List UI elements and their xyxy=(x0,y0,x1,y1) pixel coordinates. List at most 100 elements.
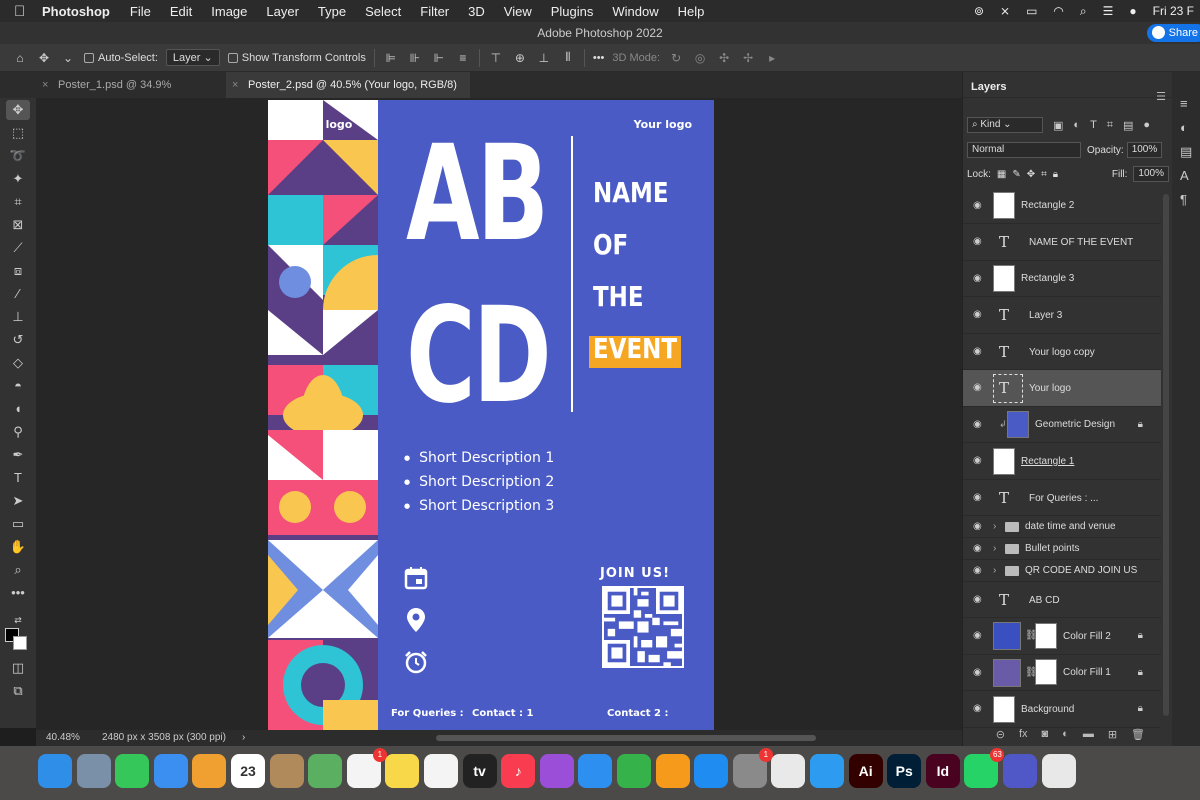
move-tool-icon[interactable]: ✥ xyxy=(6,100,30,120)
whatsapp-icon[interactable]: 63 xyxy=(964,748,1005,788)
distribute-vertical-icon[interactable]: ⦀ xyxy=(560,50,576,65)
lock-pixels-icon[interactable]: ✎ xyxy=(1012,169,1020,180)
podcasts-icon[interactable] xyxy=(539,754,574,788)
zoom-tool-icon[interactable]: ⌕ xyxy=(6,560,30,580)
delete-layer-icon[interactable]: 🗑︎ xyxy=(1131,728,1145,741)
slide-icon[interactable]: ✢ xyxy=(740,51,756,65)
visibility-eye-icon[interactable]: ◉ xyxy=(973,594,982,605)
menu-window[interactable]: Window xyxy=(612,4,658,19)
finder-icon[interactable] xyxy=(38,754,72,788)
eraser-tool-icon[interactable]: ◇ xyxy=(6,353,30,373)
roll-icon[interactable]: ◎ xyxy=(692,51,708,65)
dodge-tool-icon[interactable]: ⚲ xyxy=(6,422,30,442)
lock-all-icon[interactable]: 🔒︎ xyxy=(1053,169,1058,180)
visibility-eye-icon[interactable]: ◉ xyxy=(973,521,982,532)
new-layer-icon[interactable]: ⊞ xyxy=(1108,728,1117,741)
paint-bucket-tool-icon[interactable]: ◓ xyxy=(6,376,30,396)
kind-filter-dropdown[interactable]: ⌕ Kind ⌄ xyxy=(967,117,1043,133)
layer-group-row[interactable]: ◉ › QR CODE AND JOIN US xyxy=(963,560,1161,582)
layer-row[interactable]: ◉ Rectangle 1 xyxy=(963,443,1161,480)
layer-row[interactable]: ◉ T NAME OF THE EVENT xyxy=(963,224,1161,261)
type-tool-icon[interactable]: T xyxy=(6,468,30,488)
menu-type[interactable]: Type xyxy=(318,4,346,19)
chrome-icon[interactable] xyxy=(771,754,806,788)
visibility-eye-icon[interactable]: ◉ xyxy=(973,543,982,554)
libraries-panel-icon[interactable]: ▤ xyxy=(1180,144,1192,160)
visibility-eye-icon[interactable]: ◉ xyxy=(973,703,982,714)
menu-layer[interactable]: Layer xyxy=(266,4,299,19)
safari-icon[interactable] xyxy=(810,754,844,788)
menu-view[interactable]: View xyxy=(504,4,532,19)
indesign-icon[interactable]: Id xyxy=(925,754,960,788)
layer-group-row[interactable]: ◉ › date time and venue xyxy=(963,516,1161,538)
apple-menu-icon[interactable]:  xyxy=(14,3,42,20)
visibility-eye-icon[interactable]: ◉ xyxy=(973,309,982,320)
maps-icon[interactable] xyxy=(308,754,343,788)
menu-3d[interactable]: 3D xyxy=(468,4,485,19)
brush-tool-icon[interactable]: ∕ xyxy=(6,284,30,304)
poster-document[interactable]: Your logo Your logo AB CD NAME OF THE EV… xyxy=(268,100,714,730)
bluetooth-off-icon[interactable]: ⨯ xyxy=(1000,4,1010,18)
layer-row[interactable]: ◉ ↲ Geometric Design 🔒︎ xyxy=(963,407,1161,443)
menu-image[interactable]: Image xyxy=(211,4,247,19)
screen-mode-icon[interactable]: ⧉ xyxy=(6,681,30,701)
notes-icon[interactable] xyxy=(385,754,420,788)
lasso-tool-icon[interactable]: ➰ xyxy=(6,146,30,166)
tv-icon[interactable]: tv xyxy=(462,754,497,788)
camera-icon[interactable]: ▸ xyxy=(764,51,780,65)
healing-brush-tool-icon[interactable]: ⧈ xyxy=(6,261,30,281)
filter-type-icon[interactable]: T xyxy=(1090,119,1097,131)
orbit-icon[interactable]: ↻ xyxy=(668,51,684,65)
photoshop-icon[interactable]: Ps xyxy=(887,754,922,788)
status-chevron-icon[interactable]: › xyxy=(242,730,245,746)
lock-artboard-icon[interactable]: ⌗ xyxy=(1041,169,1047,180)
expand-chevron-icon[interactable]: › xyxy=(993,543,996,554)
align-top-icon[interactable]: ⊤ xyxy=(488,51,504,65)
crop-tool-icon[interactable]: ⌗ xyxy=(6,192,30,212)
teams-icon[interactable] xyxy=(1003,754,1037,788)
eyedropper-tool-icon[interactable]: ⟋ xyxy=(6,238,30,258)
menu-edit[interactable]: Edit xyxy=(170,4,192,19)
magic-wand-tool-icon[interactable]: ✦ xyxy=(6,169,30,189)
pages-icon[interactable] xyxy=(655,754,690,788)
tab-poster-2[interactable]: × Poster_2.psd @ 40.5% (Your logo, RGB/8… xyxy=(226,72,470,98)
stamp-tool-icon[interactable]: ⊥ xyxy=(6,307,30,327)
messages-icon[interactable] xyxy=(115,754,150,788)
canvas-area[interactable]: Your logo Your logo AB CD NAME OF THE EV… xyxy=(36,98,962,730)
clock[interactable]: Fri 23 F xyxy=(1153,4,1194,18)
close-icon[interactable]: × xyxy=(42,72,48,98)
lock-transparent-icon[interactable]: ▦ xyxy=(997,169,1006,180)
zoom-level[interactable]: 40.48% xyxy=(46,730,80,746)
align-middle-icon[interactable]: ⊕ xyxy=(512,51,528,65)
filter-shape-icon[interactable]: ⌗ xyxy=(1107,119,1113,132)
spotlight-icon[interactable]: ⌕ xyxy=(1080,4,1087,19)
panel-menu-icon[interactable]: ☰ xyxy=(1156,90,1166,103)
background-color-swatch[interactable] xyxy=(13,636,27,650)
home-icon[interactable]: ⌂ xyxy=(12,51,28,65)
settings-icon[interactable]: 1 xyxy=(732,748,773,788)
siri-icon[interactable]: ● xyxy=(1129,4,1136,18)
filter-adjustment-icon[interactable]: ◐ xyxy=(1073,119,1080,131)
layer-row[interactable]: ◉ Rectangle 2 xyxy=(963,188,1161,224)
blur-tool-icon[interactable]: ◖ xyxy=(6,399,30,419)
align-right-icon[interactable]: ⊩ xyxy=(431,51,447,65)
menu-file[interactable]: File xyxy=(130,4,151,19)
menu-select[interactable]: Select xyxy=(365,4,401,19)
rectangle-tool-icon[interactable]: ▭ xyxy=(6,514,30,534)
visibility-eye-icon[interactable]: ◉ xyxy=(973,492,982,503)
visibility-eye-icon[interactable]: ◉ xyxy=(973,273,982,284)
marquee-tool-icon[interactable]: ⬚ xyxy=(6,123,30,143)
wifi-icon[interactable]: ◠ xyxy=(1053,4,1063,18)
show-transform-checkbox[interactable]: Show Transform Controls xyxy=(227,52,366,64)
launchpad-icon[interactable] xyxy=(76,754,111,788)
menu-help[interactable]: Help xyxy=(678,4,705,19)
align-bottom-icon[interactable]: ⊥ xyxy=(536,51,552,65)
visibility-eye-icon[interactable]: ◉ xyxy=(973,565,982,576)
layer-style-fx-icon[interactable]: fx xyxy=(1019,728,1028,740)
visibility-eye-icon[interactable]: ◉ xyxy=(973,200,982,211)
filter-pixel-icon[interactable]: ▣ xyxy=(1053,119,1063,132)
expand-chevron-icon[interactable]: › xyxy=(993,565,996,576)
align-left-icon[interactable]: ⊫ xyxy=(383,51,399,65)
reminders-icon[interactable]: 1 xyxy=(346,748,387,788)
appstore-icon[interactable] xyxy=(694,754,729,788)
